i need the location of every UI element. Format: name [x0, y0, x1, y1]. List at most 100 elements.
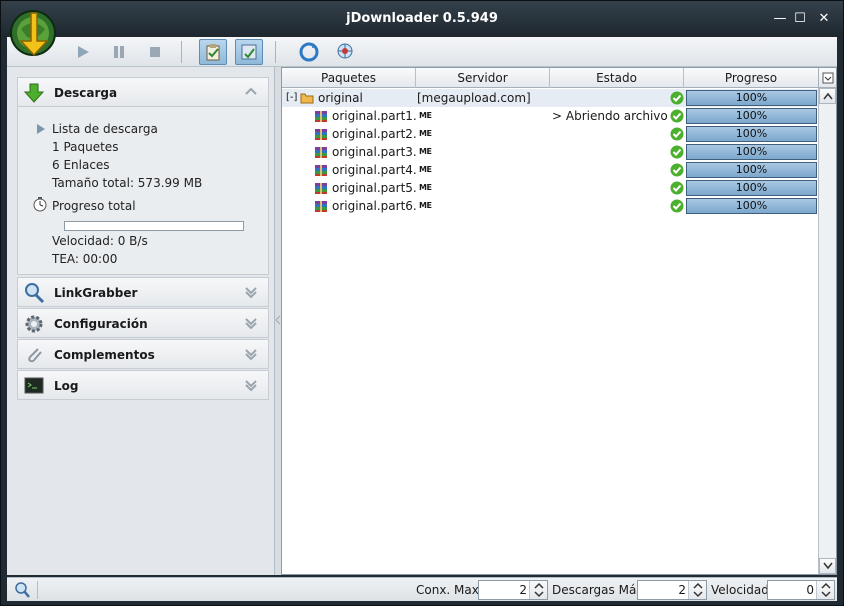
download-table: Paquetes Servidor Estado Progreso [-] or…	[281, 67, 837, 575]
title-bar[interactable]: jDownloader 0.5.949 — ☐ ✕	[1, 1, 843, 37]
reconnect-toggle-icon	[241, 44, 257, 60]
stepper-arrows-icon[interactable]	[689, 581, 707, 599]
download-arrow-icon	[23, 83, 45, 103]
package-server: [megaupload.com]	[417, 91, 531, 105]
megaupload-host-icon: ME	[419, 147, 432, 156]
pause-icon	[114, 46, 124, 58]
column-header-packages[interactable]: Paquetes	[282, 68, 416, 88]
column-header-server[interactable]: Servidor	[416, 68, 550, 88]
chevron-down-icon[interactable]	[244, 316, 258, 330]
chevron-down-icon[interactable]	[244, 285, 258, 299]
rar-archive-icon	[315, 111, 327, 122]
download-list-link[interactable]: Lista de descarga	[52, 122, 158, 136]
total-size: Tamaño total: 573.99 MB	[52, 176, 203, 190]
file-row[interactable]: original.part4....ME 100%	[282, 161, 818, 179]
speed-limit-spinner[interactable]: 0	[767, 580, 835, 600]
section-download-header[interactable]: Descarga	[17, 77, 269, 107]
column-header-status[interactable]: Estado	[550, 68, 684, 88]
section-log-header[interactable]: Log	[17, 370, 269, 400]
column-chooser-button[interactable]	[818, 68, 836, 88]
section-settings-header[interactable]: Configuración	[17, 308, 269, 338]
section-log-title: Log	[54, 379, 79, 393]
file-status: > Abriendo archivo	[552, 109, 668, 123]
max-downloads-spinner[interactable]: 2	[637, 580, 707, 600]
megaupload-host-icon: ME	[419, 165, 432, 174]
stopwatch-icon	[33, 197, 47, 212]
file-row[interactable]: original.part3....ME 100%	[282, 143, 818, 161]
max-downloads-value[interactable]: 2	[678, 583, 686, 597]
package-row[interactable]: [-] original [megaupload.com] 100%	[282, 89, 818, 107]
check-circle-icon	[670, 145, 684, 159]
section-download-title: Descarga	[54, 86, 118, 100]
column-header-progress[interactable]: Progreso	[684, 68, 818, 88]
rar-archive-icon	[315, 201, 327, 212]
chevron-up-icon[interactable]	[244, 85, 258, 99]
toolbar-separator	[181, 41, 182, 63]
table-vertical-scrollbar[interactable]	[818, 88, 836, 574]
megaupload-host-icon: ME	[419, 111, 432, 120]
file-progress-bar: 100%	[686, 180, 817, 196]
speed-limit-value[interactable]: 0	[806, 583, 814, 597]
update-button[interactable]	[331, 39, 359, 65]
speed-readout: Velocidad: 0 B/s	[52, 234, 148, 248]
refresh-icon	[299, 42, 319, 62]
scroll-down-button[interactable]	[819, 558, 836, 574]
rar-archive-icon	[315, 147, 327, 158]
file-row[interactable]: original.part6....ME 100%	[282, 197, 818, 215]
max-connections-spinner[interactable]: 2	[478, 580, 548, 600]
section-addons-header[interactable]: Complementos	[17, 339, 269, 369]
play-button[interactable]	[69, 39, 97, 65]
file-progress-bar: 100%	[686, 108, 817, 124]
maximize-button[interactable]: ☐	[791, 11, 809, 27]
eta-readout: TEA: 00:00	[52, 252, 118, 266]
pause-button[interactable]	[105, 39, 133, 65]
auto-reconnect-toggle[interactable]	[235, 39, 263, 65]
stepper-arrows-icon[interactable]	[817, 581, 835, 599]
clipboard-monitor-toggle[interactable]	[199, 39, 227, 65]
file-name: original.part1....	[332, 109, 416, 123]
package-expander[interactable]: [-]	[286, 89, 297, 107]
file-row[interactable]: original.part5....ME 100%	[282, 179, 818, 197]
check-circle-icon	[670, 127, 684, 141]
megaupload-host-icon: ME	[419, 183, 432, 192]
chevron-down-icon[interactable]	[244, 347, 258, 361]
magnifier-icon	[25, 283, 45, 304]
chevron-down-icon[interactable]	[244, 378, 258, 392]
max-connections-value[interactable]: 2	[519, 583, 527, 597]
file-progress-bar: 100%	[686, 126, 817, 142]
file-name: original.part2....	[332, 127, 416, 141]
max-downloads-stepper[interactable]	[688, 581, 706, 599]
check-circle-icon	[670, 109, 684, 123]
file-row[interactable]: original.part1....ME > Abriendo archivo 10…	[282, 107, 818, 125]
max-downloads-label: Descargas Máx.	[552, 583, 648, 597]
max-connections-label: Conx. Max.	[416, 583, 483, 597]
arrow-up-icon	[822, 92, 833, 100]
reconnect-button[interactable]	[295, 39, 323, 65]
total-progress-label: Progreso total	[52, 199, 136, 213]
stepper-arrows-icon[interactable]	[530, 581, 548, 599]
speed-limit-stepper[interactable]	[816, 581, 834, 599]
toolbar	[7, 37, 837, 67]
file-progress-bar: 100%	[686, 162, 817, 178]
file-progress-bar: 100%	[686, 144, 817, 160]
scroll-up-button[interactable]	[819, 88, 836, 104]
check-circle-icon	[670, 91, 684, 105]
update-globe-icon	[337, 43, 353, 59]
gear-icon	[25, 315, 43, 333]
clipboard-check-icon	[206, 44, 220, 61]
side-panel: Descarga Lista de descarga 1 Paquetes 6 …	[7, 67, 275, 575]
paperclip-icon	[28, 348, 42, 363]
file-row[interactable]: original.part2....ME 100%	[282, 125, 818, 143]
check-circle-icon	[670, 181, 684, 195]
stop-button[interactable]	[141, 39, 169, 65]
links-count: 6 Enlaces	[52, 158, 110, 172]
premium-search-icon[interactable]	[13, 581, 31, 599]
max-connections-stepper[interactable]	[529, 581, 547, 599]
packages-count: 1 Paquetes	[52, 140, 119, 154]
file-name: original.part5....	[332, 181, 416, 195]
section-settings-title: Configuración	[54, 317, 148, 331]
close-button[interactable]: ✕	[815, 11, 833, 27]
terminal-icon	[24, 377, 44, 394]
section-linkgrabber-header[interactable]: LinkGrabber	[17, 277, 269, 307]
minimize-button[interactable]: —	[771, 11, 789, 27]
